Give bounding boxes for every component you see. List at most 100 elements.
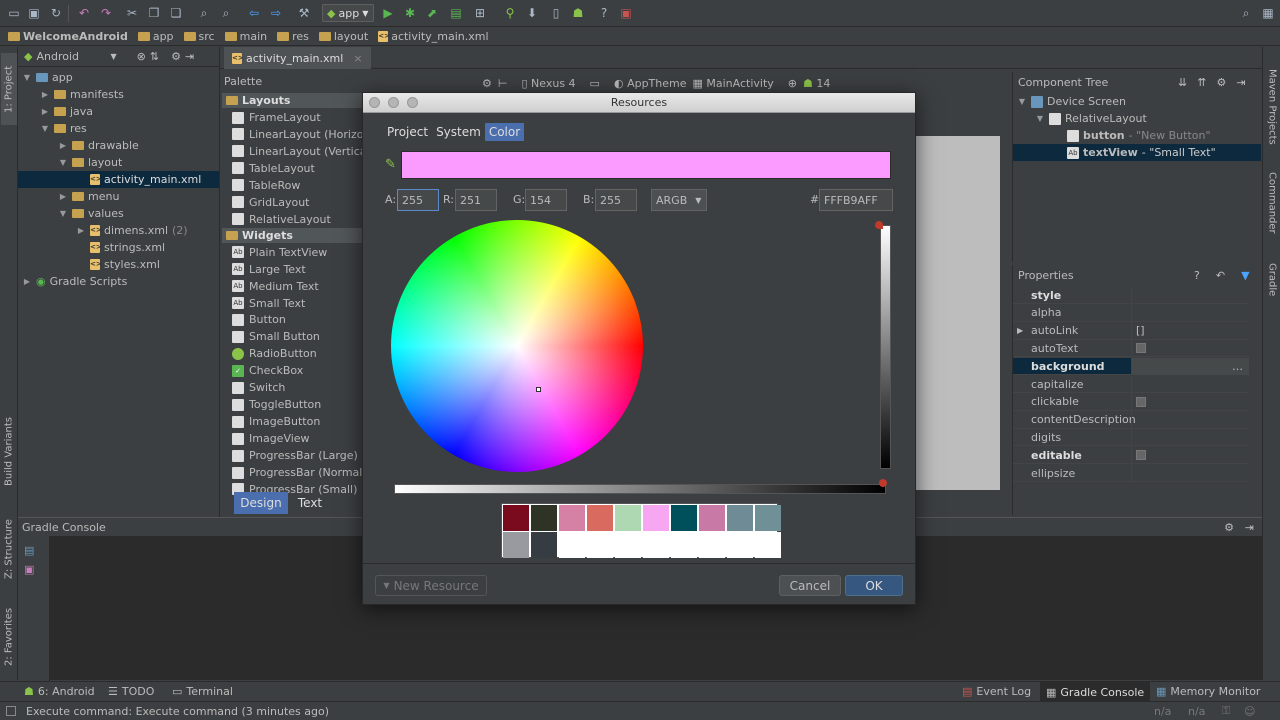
hex-input[interactable]: FFFB9AFF: [819, 189, 893, 211]
palette-item[interactable]: ProgressBar (Normal): [232, 464, 367, 481]
collapsed-arrow-icon[interactable]: ▶: [40, 107, 50, 116]
search-icon[interactable]: ⌕: [1238, 5, 1254, 21]
property-row[interactable]: alpha: [1013, 304, 1249, 322]
open-icon[interactable]: ▭: [6, 5, 22, 21]
palette-item[interactable]: Ab Medium Text: [232, 278, 319, 295]
property-value[interactable]: [1131, 428, 1249, 446]
tree-item[interactable]: ▼ app: [18, 69, 219, 86]
settings-icon[interactable]: ▦: [1260, 5, 1276, 21]
hide-icon[interactable]: ⇥: [1236, 76, 1245, 89]
expanded-arrow-icon[interactable]: ▼: [1017, 97, 1027, 106]
collapsed-arrow-icon[interactable]: ▶: [76, 226, 86, 235]
property-value[interactable]: [1131, 304, 1249, 322]
recent-color-swatch[interactable]: [671, 532, 697, 558]
property-value[interactable]: [1131, 446, 1249, 464]
find-icon[interactable]: ⌕: [196, 5, 212, 21]
copy-icon[interactable]: ❐: [146, 5, 162, 21]
palette-item[interactable]: ToggleButton: [232, 396, 321, 413]
breadcrumb-project[interactable]: WelcomeAndroid: [8, 30, 128, 43]
palette-item[interactable]: ✓ CheckBox: [232, 362, 303, 379]
palette-item[interactable]: Ab Large Text: [232, 261, 306, 278]
run-icon[interactable]: ▶: [380, 5, 396, 21]
inspector-icon[interactable]: ☺: [1244, 705, 1255, 718]
palette-item[interactable]: TableLayout: [232, 160, 315, 177]
alpha-input[interactable]: 255: [397, 189, 439, 211]
tree-item[interactable]: ▼ values: [18, 205, 219, 222]
restore-default-icon[interactable]: ↶: [1216, 269, 1225, 282]
expand-all-icon[interactable]: ⇊: [1178, 76, 1187, 89]
forward-icon[interactable]: ⇨: [268, 5, 284, 21]
commander-tool-tab[interactable]: Commander: [1264, 163, 1280, 243]
browse-icon[interactable]: …: [1232, 360, 1249, 373]
palette-item[interactable]: ImageView: [232, 430, 310, 447]
palette-item[interactable]: Button: [232, 311, 286, 328]
todo-tool-button[interactable]: ☰ TODO: [108, 685, 154, 698]
cut-icon[interactable]: ✂: [124, 5, 140, 21]
recent-color-swatch[interactable]: [587, 532, 613, 558]
palette-item[interactable]: LinearLayout (Vertical): [232, 143, 374, 160]
help-icon[interactable]: ?: [596, 5, 612, 21]
expanded-arrow-icon[interactable]: ▼: [58, 158, 68, 167]
property-row[interactable]: autoText: [1013, 339, 1249, 358]
profile-icon[interactable]: ⊞: [472, 5, 488, 21]
palette-item[interactable]: ProgressBar (Large): [232, 447, 358, 464]
debug-icon[interactable]: ✱: [402, 5, 418, 21]
tree-item[interactable]: ▶ drawable: [18, 137, 219, 154]
expanded-arrow-icon[interactable]: ▼: [1035, 114, 1045, 123]
recent-color-swatch[interactable]: [503, 505, 529, 531]
recent-color-swatch[interactable]: [643, 505, 669, 531]
tool-windows-icon[interactable]: [6, 706, 16, 716]
event-log-tool-button[interactable]: ▤ Event Log: [962, 685, 1031, 698]
sync-icon[interactable]: ↻: [48, 5, 64, 21]
palette-item[interactable]: GridLayout: [232, 194, 309, 211]
device-monitor-icon[interactable]: ▣: [618, 5, 634, 21]
android-sdk-icon[interactable]: ☗: [570, 5, 586, 21]
breadcrumb-main[interactable]: main: [224, 30, 267, 43]
make-icon[interactable]: ⚒: [296, 5, 312, 21]
recent-color-swatch[interactable]: [559, 532, 585, 558]
recent-color-swatch[interactable]: [699, 505, 725, 531]
tree-item[interactable]: ▶ <> dimens.xml (2): [18, 222, 219, 239]
property-row[interactable]: background…: [1013, 357, 1249, 376]
palette-item[interactable]: Ab Small Text: [232, 295, 305, 312]
recent-color-swatch[interactable]: [615, 532, 641, 558]
color-wheel-cursor[interactable]: [536, 387, 541, 392]
device-preview[interactable]: [916, 136, 1000, 490]
recent-color-swatch[interactable]: [615, 505, 641, 531]
property-row[interactable]: capitalize: [1013, 375, 1249, 393]
collapsed-arrow-icon[interactable]: ▶: [58, 192, 68, 201]
structure-tool-tab[interactable]: Z: Structure: [1, 509, 17, 589]
zoom-window-button[interactable]: [407, 97, 418, 108]
palette-item[interactable]: ImageButton: [232, 413, 320, 430]
property-checkbox[interactable]: [1136, 450, 1146, 461]
collapse-all-icon[interactable]: ⇈: [1197, 76, 1206, 89]
device-select[interactable]: ▯ Nexus 4: [521, 77, 575, 90]
color-wheel[interactable]: [391, 220, 643, 472]
collapse-icon[interactable]: ⇅: [150, 50, 159, 63]
tree-item[interactable]: ▶ ◉ Gradle Scripts: [18, 273, 219, 290]
collapsed-arrow-icon[interactable]: ▶: [40, 90, 50, 99]
ok-button[interactable]: OK: [845, 575, 903, 596]
back-icon[interactable]: ⇦: [246, 5, 262, 21]
tree-item[interactable]: <> styles.xml: [18, 256, 219, 273]
build-variants-tool-tab[interactable]: Build Variants: [1, 407, 17, 497]
property-value[interactable]: [1131, 375, 1249, 393]
theme-select[interactable]: ◐ AppTheme: [614, 77, 687, 90]
tab-system[interactable]: System: [432, 123, 485, 141]
tree-item[interactable]: ▶ menu: [18, 188, 219, 205]
tab-text[interactable]: Text: [290, 492, 330, 514]
palette-item[interactable]: FrameLayout: [232, 109, 321, 126]
tree-item[interactable]: ▼ res: [18, 120, 219, 137]
eyedropper-icon[interactable]: ✎: [385, 157, 396, 172]
project-tool-tab[interactable]: 1: Project: [1, 53, 17, 125]
recent-color-swatch[interactable]: [503, 532, 529, 558]
recent-color-swatch[interactable]: [755, 505, 781, 531]
replace-icon[interactable]: ⌕: [218, 5, 234, 21]
color-mode-select[interactable]: ARGB ▼: [651, 189, 707, 211]
recent-color-swatch[interactable]: [671, 505, 697, 531]
expanded-arrow-icon[interactable]: ▼: [58, 209, 68, 218]
gear-icon[interactable]: ⚙: [171, 50, 181, 63]
breadcrumb-src[interactable]: src: [183, 30, 215, 43]
layout-variant-icon[interactable]: ⊢: [498, 77, 508, 90]
property-value[interactable]: [1131, 393, 1249, 411]
